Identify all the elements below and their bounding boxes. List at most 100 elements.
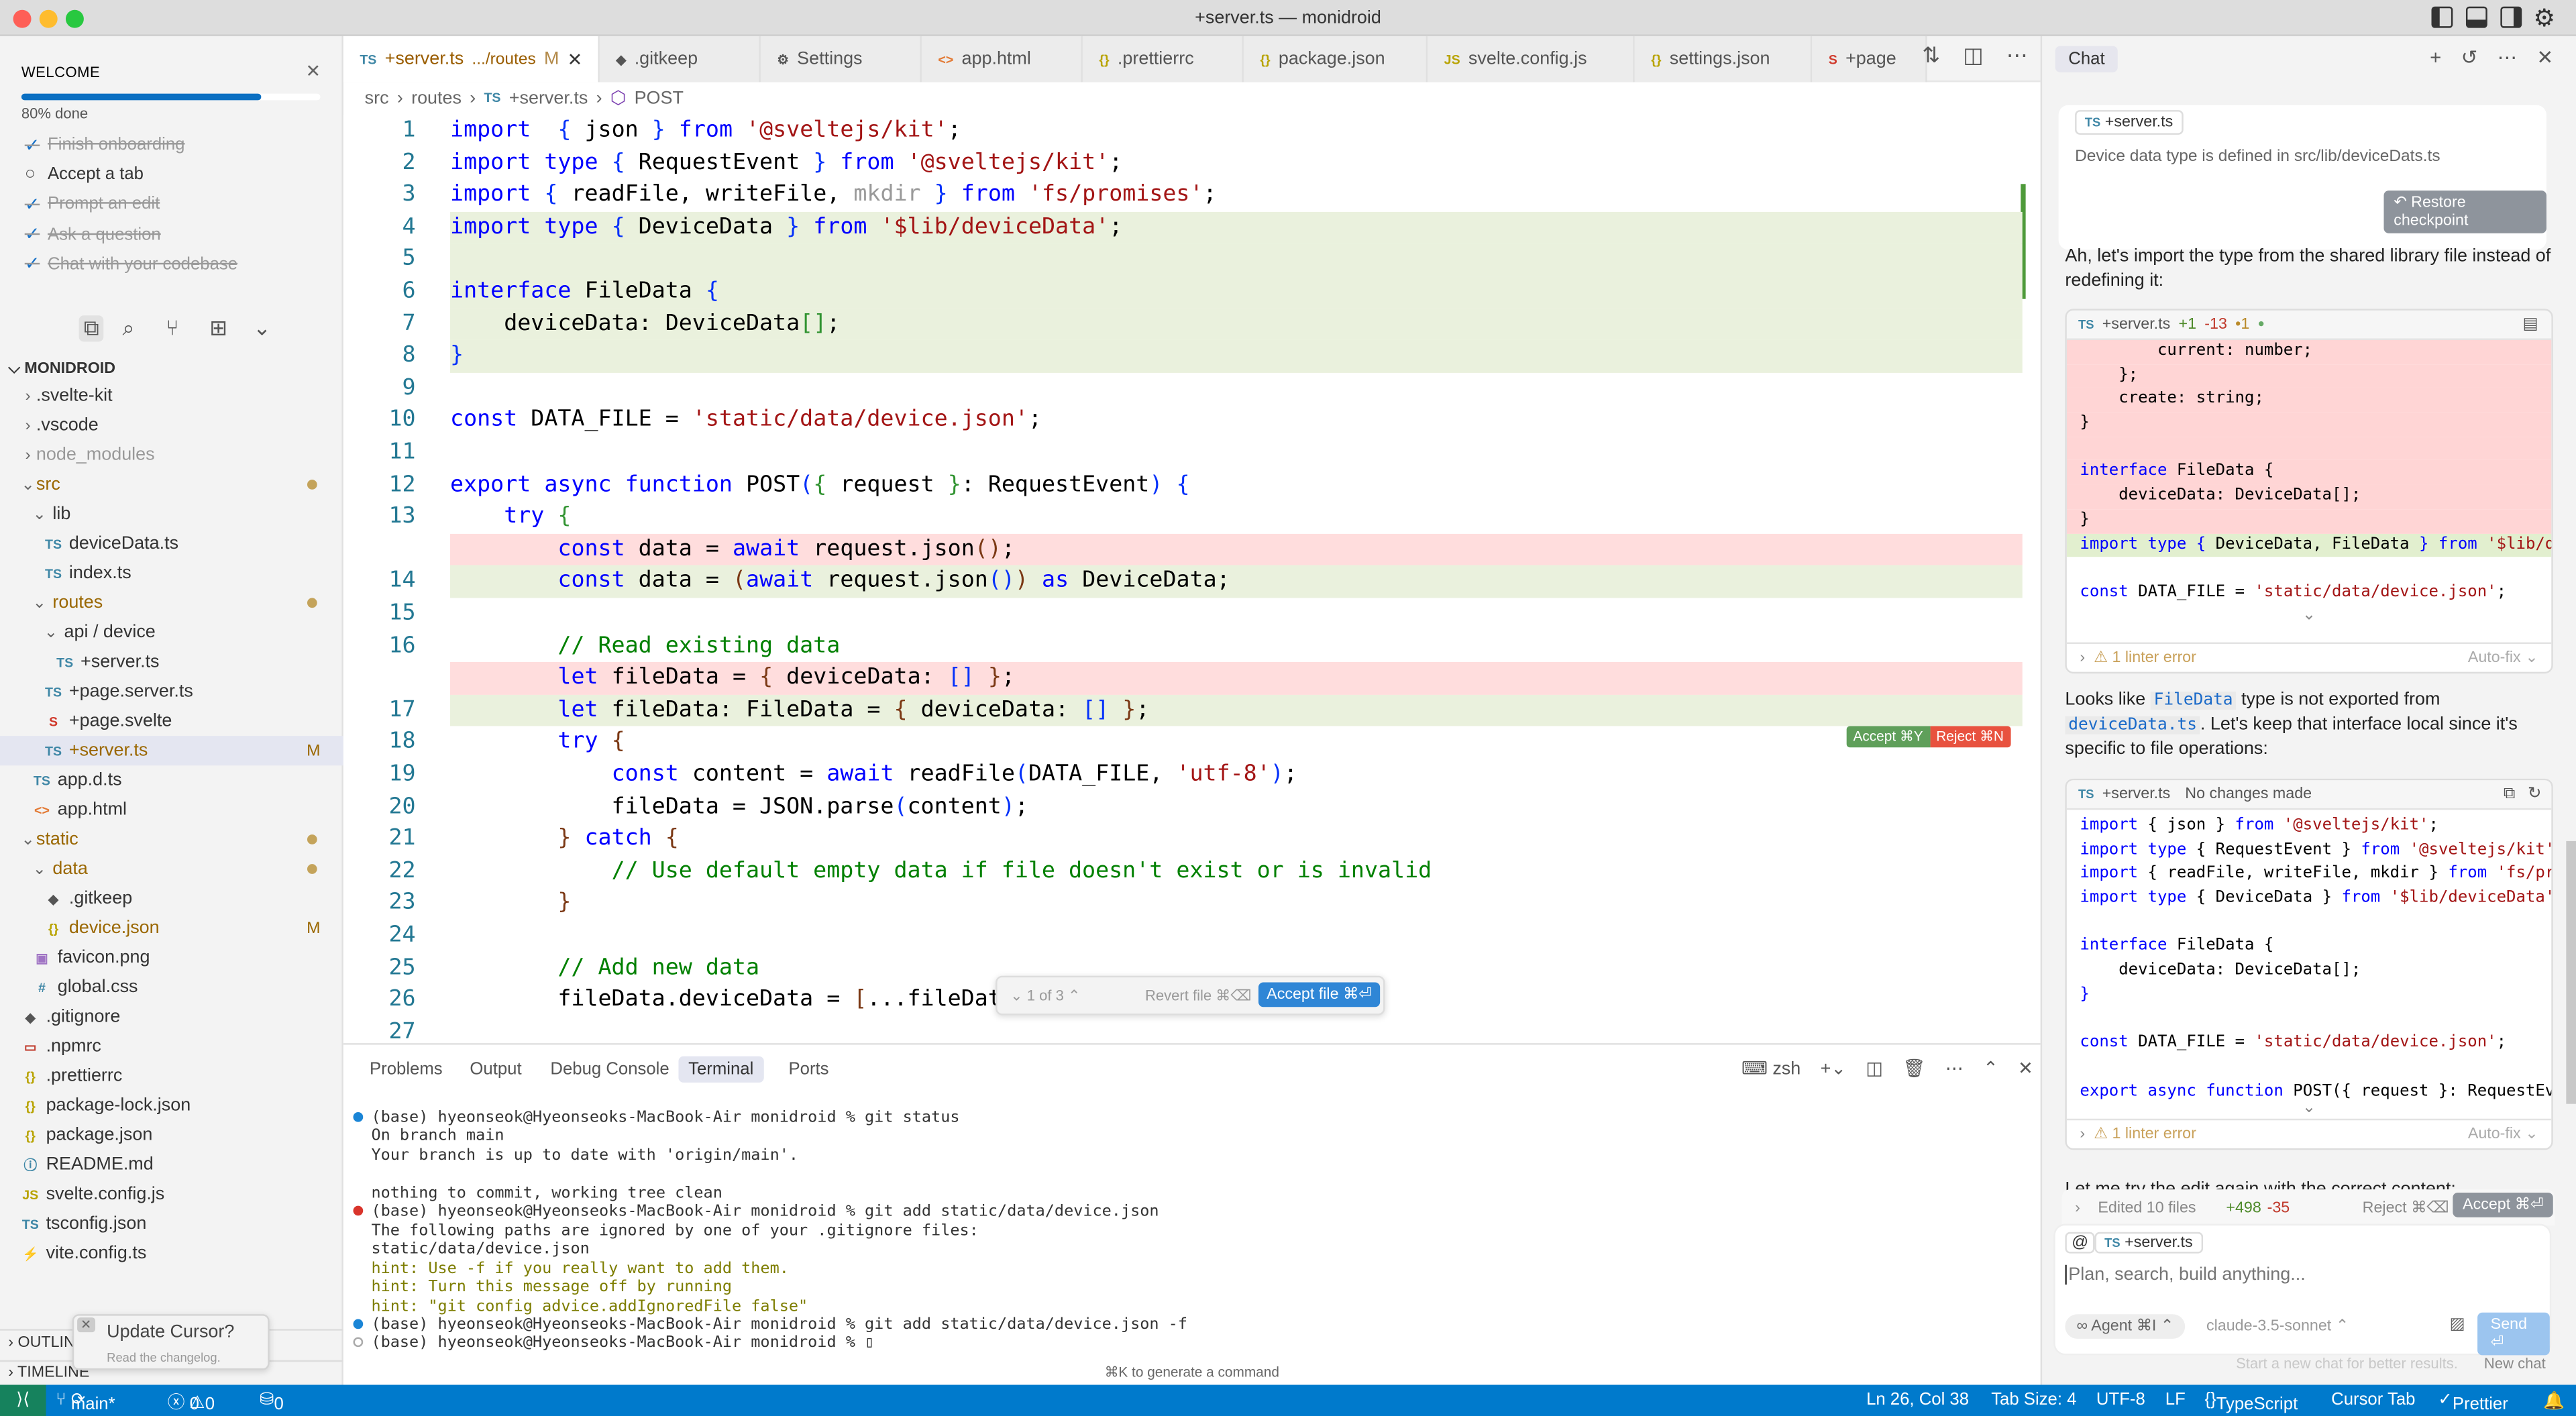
more-actions-icon[interactable]: ⋯	[2006, 43, 2028, 69]
onboarding-item[interactable]: ✓ Chat with your codebase	[25, 251, 237, 277]
revert-file-button[interactable]: Revert file ⌘⌫	[1145, 987, 1252, 1005]
code-line[interactable]: 24	[343, 920, 2023, 952]
code-line[interactable]: 1 import { json } from '@sveltejs/kit';	[343, 115, 2023, 147]
code-line[interactable]: 10 const DATA_FILE = 'static/data/device.…	[343, 404, 2023, 437]
file-item[interactable]: JS svelte.config.js	[0, 1179, 343, 1209]
accept-hunk-button[interactable]: Accept ⌘Y	[1846, 726, 1930, 748]
history-icon[interactable]: ↺	[2461, 46, 2478, 69]
tab-settings-json[interactable]: {} settings.json	[1634, 36, 1813, 83]
added-line[interactable]: 6 interface FileData {	[343, 276, 2023, 309]
accept-file-button[interactable]: Accept file ⌘⏎	[1258, 982, 1381, 1007]
added-line[interactable]: 5	[343, 243, 2023, 276]
close-toast-icon[interactable]: ✕	[77, 1317, 95, 1333]
toggle-sidebar-icon[interactable]	[2431, 6, 2453, 28]
split-terminal-icon[interactable]: ◫	[1866, 1058, 1882, 1079]
code-line[interactable]: 18 try {	[343, 726, 2023, 759]
remote-icon[interactable]: ⟩⟨	[0, 1384, 46, 1416]
code-line[interactable]: 3 import { readFile, writeFile, mkdir } f…	[343, 179, 2023, 211]
file-item[interactable]: {} .prettierrc	[0, 1061, 343, 1091]
formatter[interactable]: ✓ Prettier	[2438, 1390, 2508, 1415]
mode-selector[interactable]: ∞ Agent ⌘I ⌃	[2065, 1314, 2186, 1339]
toggle-panel-icon[interactable]	[2465, 6, 2487, 28]
onboarding-item[interactable]: ○ Accept a tab	[25, 161, 144, 187]
expand-panel-icon[interactable]: ▤	[2523, 315, 2538, 333]
files-icon[interactable]: ⧉	[78, 315, 105, 342]
folder-item[interactable]: › .svelte-kit	[0, 381, 343, 411]
language-mode[interactable]: {} TypeScript	[2205, 1390, 2298, 1415]
trash-icon[interactable]: 🗑	[1902, 1058, 1925, 1079]
chat-scrollbar[interactable]	[2566, 840, 2576, 1104]
lint-footer[interactable]: › ⚠ 1 linter error Auto-fix ⌄	[2066, 1119, 2552, 1148]
more-icon[interactable]: ⋯	[2498, 46, 2517, 69]
auto-fix-button[interactable]: Auto-fix ⌄	[2468, 648, 2538, 666]
cursor-tab[interactable]: Cursor Tab	[2331, 1390, 2415, 1409]
code-editor[interactable]: 1 import { json } from '@sveltejs/kit'; 2 i…	[343, 115, 2041, 1044]
file-item[interactable]: ▭ .npmrc	[0, 1032, 343, 1061]
folder-item[interactable]: › .vscode	[0, 411, 343, 440]
notifications-bell-icon[interactable]: 🔔	[2543, 1390, 2565, 1411]
context-file-chip[interactable]: TS +server.ts	[2094, 1232, 2203, 1254]
added-line[interactable]: 4 import type { DeviceData } from '$lib/d…	[343, 211, 2023, 244]
settings-gear-icon[interactable]: ⚙	[2533, 3, 2555, 33]
update-toast[interactable]: ✕ Update Cursor? Read the changelog.	[72, 1314, 270, 1370]
panel-tab-output[interactable]: Output	[460, 1056, 532, 1083]
accept-all-button[interactable]: Accept ⌘⏎	[2453, 1192, 2554, 1217]
folder-item[interactable]: ⌄ data	[0, 854, 343, 883]
code-block-file[interactable]: +server.ts	[2102, 785, 2171, 804]
chat-input[interactable]	[2065, 1264, 2526, 1285]
edited-files-bar[interactable]: › Edited 10 files +498 -35 Reject ⌘⌫ Acc…	[2061, 1189, 2555, 1226]
problems-indicator[interactable]: ⓧ 0 ⚠ 0	[168, 1390, 215, 1415]
chevron-down-icon[interactable]: ⌄	[253, 315, 271, 341]
onboarding-item[interactable]: ✓ Finish onboarding	[25, 131, 185, 158]
reject-hunk-button[interactable]: Reject ⌘N	[1929, 726, 2010, 748]
tab-app-html[interactable]: <> app.html	[921, 36, 1083, 83]
retry-icon[interactable]: ↻	[2528, 785, 2542, 804]
file-item[interactable]: TS deviceData.ts	[0, 529, 343, 559]
added-line[interactable]: 17 let fileData: FileData = { deviceData…	[343, 694, 2023, 727]
chat-tab[interactable]: Chat	[2055, 46, 2118, 72]
file-item[interactable]: ◆ .gitignore	[0, 1002, 343, 1032]
code-line[interactable]: 20 fileData = JSON.parse(content);	[343, 791, 2023, 823]
more-icon[interactable]: ⋯	[1945, 1058, 1964, 1079]
close-tab-icon[interactable]: ✕	[568, 48, 583, 70]
restore-checkpoint-button[interactable]: ↶ Restore checkpoint	[2383, 190, 2546, 233]
folder-item[interactable]: ⌄ static	[0, 824, 343, 854]
code-line[interactable]: 27	[343, 1016, 2023, 1043]
added-line[interactable]: 8}	[343, 340, 2023, 373]
mention-icon[interactable]: @	[2065, 1232, 2095, 1254]
line-ending[interactable]: LF	[2165, 1390, 2186, 1409]
breadcrumb-item[interactable]: src	[365, 88, 389, 107]
code-line[interactable]: 12 export async function POST({ request }…	[343, 469, 2023, 501]
send-button[interactable]: Send ⏎	[2477, 1312, 2550, 1356]
onboarding-item[interactable]: ✓ Prompt an edit	[25, 191, 160, 217]
open-changes-icon[interactable]: ⇅	[1922, 43, 1940, 69]
panel-tab-ports[interactable]: Ports	[779, 1056, 839, 1083]
file-item[interactable]: TS tsconfig.json	[0, 1209, 343, 1238]
context-file-chip[interactable]: TS +server.ts	[2075, 110, 2183, 135]
expand-chevron-icon[interactable]: ⌄	[2067, 606, 2551, 642]
breadcrumb-item[interactable]: +server.ts	[509, 88, 588, 107]
file-item[interactable]: ⓘ README.md	[0, 1150, 343, 1179]
deleted-line[interactable]: let fileData = { deviceData: [] };	[343, 662, 2023, 695]
file-item[interactable]: TS +page.server.ts	[0, 677, 343, 706]
panel-tab-problems[interactable]: Problems	[360, 1056, 452, 1083]
close-welcome-icon[interactable]: ✕	[306, 61, 321, 82]
code-block-file[interactable]: +server.ts	[2102, 315, 2171, 333]
folder-item[interactable]: ⌄ lib	[0, 499, 343, 529]
close-chat-icon[interactable]: ✕	[2536, 46, 2553, 69]
panel-tab-terminal[interactable]: Terminal	[678, 1056, 764, 1083]
file-item[interactable]: S +page.svelte	[0, 706, 343, 736]
tab-page[interactable]: S +page	[1812, 36, 1927, 83]
model-selector[interactable]: claude-3.5-sonnet ⌃	[2206, 1317, 2349, 1336]
tab-gitkeep[interactable]: ◆ .gitkeep	[599, 36, 761, 83]
folder-item[interactable]: › node_modules	[0, 440, 343, 470]
expand-chevron-icon[interactable]: ⌄	[2067, 1100, 2551, 1119]
file-item[interactable]: {} device.json M	[0, 914, 343, 943]
file-item[interactable]: TS app.d.ts	[0, 765, 343, 795]
code-line[interactable]: 15	[343, 598, 2023, 630]
ports-indicator[interactable]: ⛁ 0	[260, 1390, 284, 1415]
code-line[interactable]: 9	[343, 372, 2023, 404]
file-item[interactable]: TS index.ts	[0, 559, 343, 588]
command-status-icon[interactable]	[353, 1206, 364, 1216]
auto-fix-button[interactable]: Auto-fix ⌄	[2468, 1126, 2538, 1144]
